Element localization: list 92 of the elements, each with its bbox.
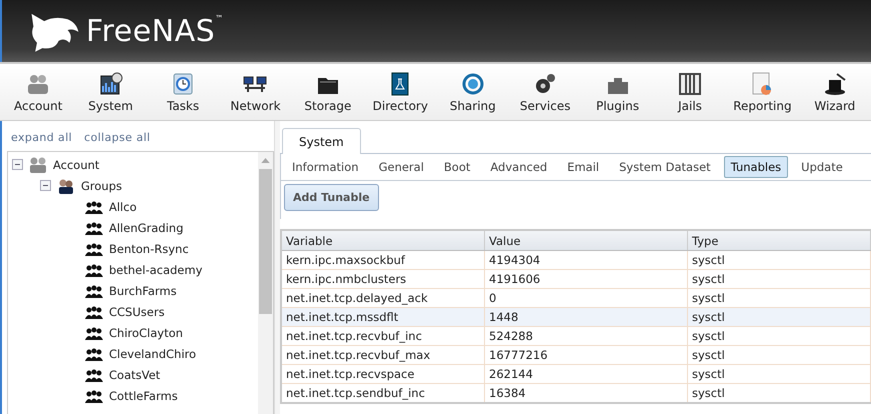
table-row[interactable]: net.inet.tcp.recvbuf_inc 524288 sysctl <box>281 326 870 346</box>
table-cell: net.inet.tcp.recvbuf_max <box>281 346 484 364</box>
tab[interactable]: System <box>282 128 361 154</box>
tree-action-link[interactable]: expand all <box>11 131 72 144</box>
column-header[interactable]: Variable <box>281 230 484 250</box>
table-cell: 262144 <box>484 364 688 384</box>
tree-item[interactable]: Allco <box>109 200 137 214</box>
toolbar-button[interactable]: Tasks <box>146 64 220 120</box>
subtab[interactable]: Information <box>285 156 366 178</box>
add-tunable-button[interactable]: Add Tunable <box>284 184 379 211</box>
column-header[interactable]: Type <box>688 230 870 250</box>
sharing-icon <box>460 72 485 96</box>
services-icon <box>533 72 558 96</box>
people-icon <box>85 262 103 278</box>
people-icon <box>85 388 103 404</box>
collapse-toggle[interactable] <box>12 159 23 170</box>
toolbar-button[interactable]: Sharing <box>436 64 509 120</box>
scroll-up-icon[interactable] <box>261 158 270 163</box>
toolbar-button[interactable]: Reporting <box>726 64 799 120</box>
table-cell: 16777216 <box>484 346 688 364</box>
table-row[interactable]: kern.ipc.nmbclusters 4191606 sysctl <box>281 270 870 288</box>
subtab[interactable]: Tunables <box>724 156 788 178</box>
table-cell: sysctl <box>688 346 870 364</box>
toolbar-button[interactable]: Storage <box>292 64 364 120</box>
table-cell: net.inet.tcp.sendbuf_inc <box>281 384 484 403</box>
table-cell: sysctl <box>688 270 870 288</box>
table-cell: sysctl <box>688 326 870 346</box>
system-icon <box>98 72 123 96</box>
subtab[interactable]: General <box>372 156 431 178</box>
table-cell: net.inet.tcp.mssdflt <box>281 308 484 326</box>
table-cell: kern.ipc.maxsockbuf <box>281 250 484 270</box>
scroll-thumb[interactable] <box>259 169 272 314</box>
tree-item[interactable]: ClevelandChiro <box>109 346 196 360</box>
subtab[interactable]: Boot <box>436 156 478 178</box>
table-cell: sysctl <box>688 308 870 326</box>
subtab[interactable]: System Dataset <box>612 156 718 178</box>
table-cell: net.inet.tcp.recvbuf_inc <box>281 326 484 346</box>
jails-icon <box>678 72 702 96</box>
table-cell: 1448 <box>484 308 688 326</box>
logo-text: FreeNAS$^{™}$ <box>86 14 224 48</box>
tree-item[interactable]: ChiroClayton <box>109 326 183 340</box>
people-icon <box>57 178 75 194</box>
tree-item[interactable]: CottleFarms <box>109 388 178 402</box>
table-cell: kern.ipc.nmbclusters <box>281 270 484 288</box>
table-cell: 4191606 <box>484 270 688 288</box>
tree-item[interactable]: CCSUsers <box>109 304 165 318</box>
table-cell: sysctl <box>688 250 870 270</box>
tree-item[interactable]: AllenGrading <box>109 220 184 234</box>
column-header[interactable]: Value <box>484 230 688 250</box>
tree-item[interactable]: Benton-Rsync <box>109 242 189 256</box>
table-cell: 524288 <box>484 326 688 346</box>
toolbar-button[interactable]: System <box>74 64 147 120</box>
table-cell: 16384 <box>484 384 688 403</box>
tasks-icon <box>171 72 196 96</box>
people-icon <box>85 220 103 236</box>
wizard-icon <box>822 72 847 96</box>
table-cell: 4194304 <box>484 250 688 270</box>
table-row[interactable]: net.inet.tcp.recvbuf_max 16777216 sysctl <box>281 346 870 364</box>
table-row[interactable]: net.inet.tcp.mssdflt 1448 sysctl <box>281 308 870 326</box>
tree-action-link[interactable]: collapse all <box>84 131 150 144</box>
scrollbar[interactable] <box>258 152 273 414</box>
tree-item[interactable]: Account <box>53 158 100 172</box>
tree-item[interactable]: Groups <box>81 178 122 192</box>
panel-splitter[interactable] <box>274 121 280 414</box>
users-icon <box>29 156 47 172</box>
people-icon <box>85 240 103 256</box>
table-cell: net.inet.tcp.recvspace <box>281 364 484 384</box>
toolbar-button[interactable]: Jails <box>654 64 726 120</box>
table-row[interactable]: kern.ipc.maxsockbuf 4194304 sysctl <box>281 250 870 270</box>
toolbar-button[interactable]: Services <box>508 64 582 120</box>
collapse-toggle[interactable] <box>40 180 51 191</box>
tree-item[interactable]: BurchFarms <box>109 284 177 298</box>
people-icon <box>85 346 103 362</box>
toolbar-button[interactable]: Account <box>2 64 74 120</box>
subtab[interactable]: Email <box>560 156 606 178</box>
tree-item[interactable]: bethel-academy <box>109 262 202 276</box>
people-icon <box>85 366 103 382</box>
people-icon <box>85 324 103 340</box>
table-row[interactable]: net.inet.tcp.recvspace 262144 sysctl <box>281 364 870 384</box>
people-icon <box>85 198 103 214</box>
subtab[interactable]: Update <box>794 156 850 178</box>
subtab[interactable]: Advanced <box>483 156 554 178</box>
toolbar-button[interactable]: Network <box>219 64 292 120</box>
table-row[interactable]: net.inet.tcp.sendbuf_inc 16384 sysctl <box>281 384 870 403</box>
table-cell: sysctl <box>688 364 870 384</box>
people-icon <box>85 304 103 320</box>
toolbar-button[interactable]: Directory <box>364 64 437 120</box>
toolbar-button[interactable]: Wizard <box>798 64 871 120</box>
tree-item[interactable]: CoatsVet <box>109 368 160 382</box>
people-icon <box>85 282 103 298</box>
table-cell: sysctl <box>688 384 870 403</box>
toolbar-button[interactable]: Plugins <box>581 64 654 120</box>
